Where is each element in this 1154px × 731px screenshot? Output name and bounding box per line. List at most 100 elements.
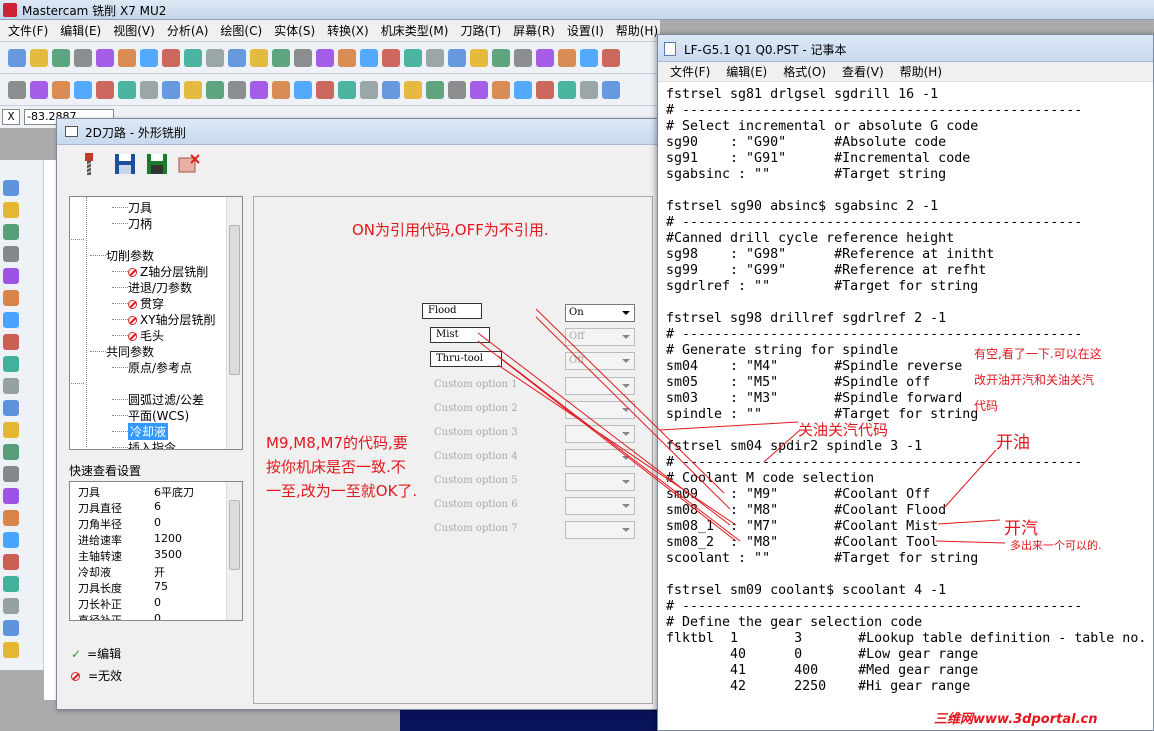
toolbar-tool-icon[interactable] <box>162 49 180 67</box>
toolbar-tool-icon[interactable] <box>382 81 400 99</box>
toolbar-tool-icon[interactable] <box>96 49 114 67</box>
toolbar-tool-icon[interactable] <box>228 81 246 99</box>
toolbar-tool-icon[interactable] <box>74 81 92 99</box>
coolant-select[interactable]: Off <box>565 328 635 346</box>
tree-scrollbar[interactable] <box>226 197 242 449</box>
tree-item[interactable]: XY轴分层铣削 <box>128 311 216 328</box>
toolbar-tool-icon[interactable] <box>404 81 422 99</box>
toolbar-tool-icon[interactable] <box>448 49 466 67</box>
notepad-menu-item[interactable]: 帮助(H) <box>892 63 950 80</box>
custom-option-select[interactable] <box>565 449 635 467</box>
toolbar-tool-icon[interactable] <box>250 49 268 67</box>
tree-item[interactable]: 贯穿 <box>128 295 164 312</box>
menu-item[interactable]: 实体(S) <box>268 22 321 39</box>
custom-option-select[interactable] <box>565 473 635 491</box>
toolbar-tool-icon[interactable] <box>140 49 158 67</box>
custom-option-select[interactable] <box>565 401 635 419</box>
toolbar-tool-icon[interactable] <box>30 81 48 99</box>
left-toolbar-icon[interactable] <box>3 400 19 416</box>
left-toolbar-icon[interactable] <box>3 180 19 196</box>
toolbar-tool-icon[interactable] <box>514 81 532 99</box>
left-toolbar-icon[interactable] <box>3 312 19 328</box>
notepad-menu-item[interactable]: 查看(V) <box>834 63 892 80</box>
notepad-menu-item[interactable]: 文件(F) <box>662 63 718 80</box>
toolbar-tool-icon[interactable] <box>74 49 92 67</box>
menu-item[interactable]: 帮助(H) <box>610 22 664 39</box>
scroll-thumb[interactable] <box>229 500 240 570</box>
toolbar-tool-icon[interactable] <box>96 81 114 99</box>
toolbar-tool-icon[interactable] <box>602 81 620 99</box>
toolbar-tool-icon[interactable] <box>206 49 224 67</box>
menu-item[interactable]: 视图(V) <box>107 22 161 39</box>
toolbar-tool-icon[interactable] <box>272 49 290 67</box>
left-toolbar-icon[interactable] <box>3 642 19 658</box>
left-toolbar-icon[interactable] <box>3 378 19 394</box>
left-toolbar-icon[interactable] <box>3 576 19 592</box>
menu-item[interactable]: 文件(F) <box>2 22 54 39</box>
coolant-select[interactable]: Off <box>565 352 635 370</box>
toolbar-tool-icon[interactable] <box>52 49 70 67</box>
left-toolbar-icon[interactable] <box>3 532 19 548</box>
toolbar-tool-icon[interactable] <box>360 81 378 99</box>
toolbar-tool-icon[interactable] <box>30 49 48 67</box>
toolbar-tool-icon[interactable] <box>426 49 444 67</box>
menu-item[interactable]: 分析(A) <box>161 22 215 39</box>
toolbar-tool-icon[interactable] <box>492 81 510 99</box>
left-toolbar-icon[interactable] <box>3 268 19 284</box>
toolbar-tool-icon[interactable] <box>580 81 598 99</box>
tree-item[interactable]: 进退/刀参数 <box>128 279 192 296</box>
tool-icon[interactable] <box>77 151 101 177</box>
custom-option-select[interactable] <box>565 377 635 395</box>
toolbar-tool-icon[interactable] <box>118 81 136 99</box>
toolbar-tool-icon[interactable] <box>294 81 312 99</box>
toolbar-tool-icon[interactable] <box>536 81 554 99</box>
tree-item[interactable]: 毛头 <box>128 327 164 344</box>
toolbar-tool-icon[interactable] <box>206 81 224 99</box>
toolbar-tool-icon[interactable] <box>316 81 334 99</box>
left-toolbar-icon[interactable] <box>3 246 19 262</box>
toolbar-tool-icon[interactable] <box>184 49 202 67</box>
left-toolbar-icon[interactable] <box>3 488 19 504</box>
tree-item[interactable]: 刀具 <box>128 199 152 216</box>
quick-view-scrollbar[interactable] <box>226 482 242 620</box>
toolbar-tool-icon[interactable] <box>558 49 576 67</box>
toolbar-tool-icon[interactable] <box>338 49 356 67</box>
left-toolbar-icon[interactable] <box>3 510 19 526</box>
tree-item[interactable]: 切削参数 <box>106 247 154 264</box>
left-toolbar-icon[interactable] <box>3 620 19 636</box>
custom-option-select[interactable] <box>565 425 635 443</box>
tree-item[interactable]: 共同参数 <box>106 343 154 360</box>
toolbar-tool-icon[interactable] <box>470 81 488 99</box>
toolbar-tool-icon[interactable] <box>140 81 158 99</box>
left-toolbar-icon[interactable] <box>3 444 19 460</box>
menu-item[interactable]: 屏幕(R) <box>507 22 561 39</box>
left-toolbar-icon[interactable] <box>3 598 19 614</box>
tree-item[interactable]: 插入指令 <box>128 439 176 449</box>
tree-item[interactable]: 原点/参考点 <box>128 359 192 376</box>
toolbar-tool-icon[interactable] <box>470 49 488 67</box>
toolbar-tool-icon[interactable] <box>118 49 136 67</box>
coolant-select[interactable]: On <box>565 304 635 322</box>
left-toolbar-icon[interactable] <box>3 422 19 438</box>
toolbar-tool-icon[interactable] <box>250 81 268 99</box>
menu-item[interactable]: 刀路(T) <box>454 22 507 39</box>
toolbar-tool-icon[interactable] <box>580 49 598 67</box>
tree-item[interactable]: Z轴分层铣削 <box>128 263 208 280</box>
notepad-menu-item[interactable]: 格式(O) <box>775 63 834 80</box>
toolbar-tool-icon[interactable] <box>602 49 620 67</box>
left-toolbar-icon[interactable] <box>3 202 19 218</box>
left-toolbar-icon[interactable] <box>3 290 19 306</box>
toolbar-tool-icon[interactable] <box>360 49 378 67</box>
save-icon[interactable] <box>113 151 137 177</box>
menu-item[interactable]: 编辑(E) <box>54 22 107 39</box>
toolbar-tool-icon[interactable] <box>514 49 532 67</box>
toolbar-tool-icon[interactable] <box>162 81 180 99</box>
toolbar-tool-icon[interactable] <box>426 81 444 99</box>
left-toolbar-icon[interactable] <box>3 554 19 570</box>
toolbar-tool-icon[interactable] <box>558 81 576 99</box>
menu-item[interactable]: 机床类型(M) <box>375 22 455 39</box>
toolbar-tool-icon[interactable] <box>338 81 356 99</box>
toolbar-tool-icon[interactable] <box>492 49 510 67</box>
toolbar-tool-icon[interactable] <box>272 81 290 99</box>
toolbar-tool-icon[interactable] <box>448 81 466 99</box>
